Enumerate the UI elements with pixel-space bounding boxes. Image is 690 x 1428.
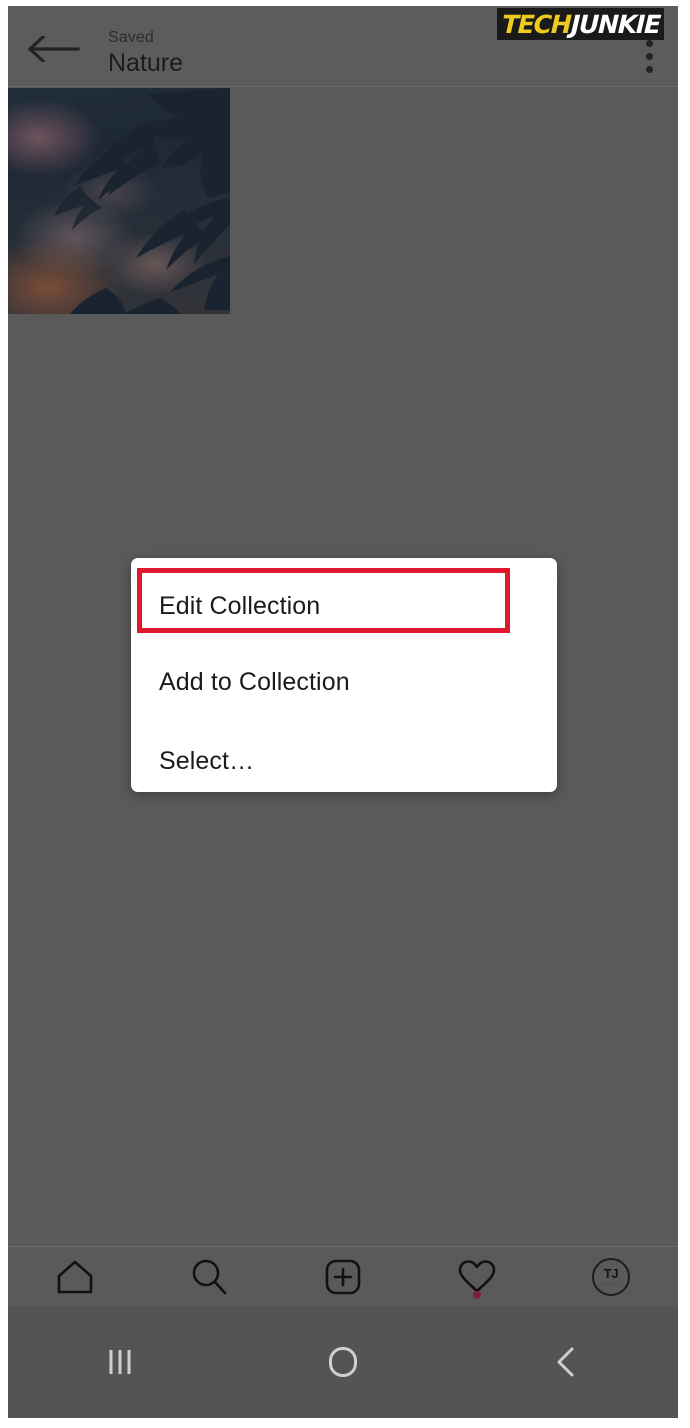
overflow-menu-button[interactable] <box>635 40 663 78</box>
kebab-dot-3 <box>645 66 653 73</box>
instagram-tab-bar: TJ made it <box>8 1246 678 1306</box>
phone-screen: Saved Nature TECH JUNKIE Edit Collection… <box>8 6 678 1418</box>
recents-icon <box>107 1347 133 1377</box>
kebab-dot-1 <box>645 40 653 47</box>
tab-search[interactable] <box>142 1247 276 1307</box>
menu-item-label: Add to Collection <box>159 667 350 696</box>
nav-home-button[interactable] <box>231 1306 454 1418</box>
kebab-dot-2 <box>645 53 653 60</box>
tab-profile[interactable]: TJ made it <box>544 1247 678 1307</box>
collection-options-dialog: Edit Collection Add to Collection Select… <box>131 558 557 792</box>
android-navigation-bar <box>8 1306 678 1418</box>
back-button[interactable] <box>28 36 80 62</box>
activity-notification-badge <box>473 1290 481 1299</box>
watermark-text-tech: TECH <box>501 9 572 39</box>
menu-item-label: Edit Collection <box>159 591 321 620</box>
grid-item-photo[interactable] <box>8 88 230 314</box>
tab-activity[interactable] <box>410 1247 544 1307</box>
chevron-left-icon <box>554 1346 578 1378</box>
home-icon <box>56 1259 94 1295</box>
tab-create[interactable] <box>276 1247 410 1307</box>
tab-home[interactable] <box>8 1247 142 1307</box>
breadcrumb: Saved <box>108 29 154 46</box>
avatar: TJ made it <box>592 1257 630 1296</box>
search-icon <box>190 1258 228 1296</box>
menu-item-add-to-collection[interactable]: Add to Collection <box>131 651 557 713</box>
menu-item-edit-collection[interactable]: Edit Collection <box>131 572 557 640</box>
page-title-block: Saved Nature <box>108 28 183 78</box>
avatar-subtext: made it <box>602 1280 620 1287</box>
nav-back-button[interactable] <box>455 1306 678 1418</box>
watermark-text-junkie: JUNKIE <box>570 9 661 39</box>
menu-item-label: Select… <box>159 746 255 775</box>
nav-recents-button[interactable] <box>8 1306 231 1418</box>
techjunkie-watermark: TECH JUNKIE <box>497 8 664 40</box>
avatar-initials: TJ <box>603 1265 619 1281</box>
menu-item-select[interactable]: Select… <box>131 730 557 792</box>
heart-icon <box>457 1259 497 1295</box>
plus-square-icon <box>324 1258 362 1296</box>
page-title: Nature <box>108 49 184 77</box>
palm-tree-silhouette <box>8 88 230 314</box>
circle-home-icon <box>328 1346 358 1378</box>
